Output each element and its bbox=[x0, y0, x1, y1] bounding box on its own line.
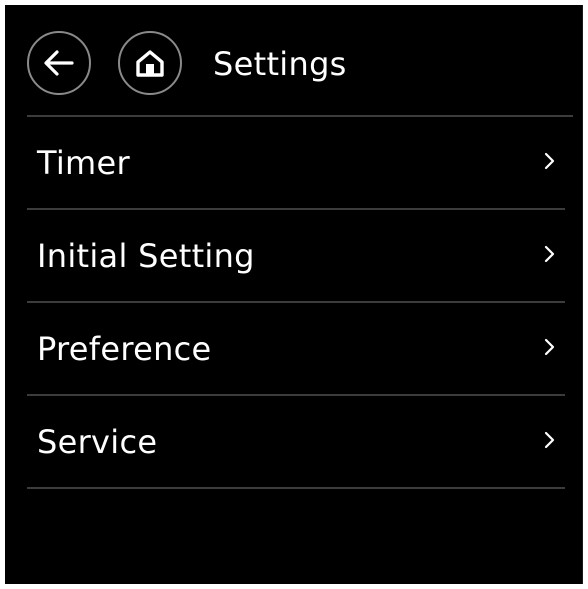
menu-item-timer[interactable]: Timer bbox=[27, 117, 565, 210]
home-button[interactable] bbox=[118, 31, 182, 95]
menu-item-preference[interactable]: Preference bbox=[27, 303, 565, 396]
chevron-right-icon bbox=[544, 338, 555, 356]
back-button[interactable] bbox=[27, 31, 91, 95]
menu-item-initial-setting[interactable]: Initial Setting bbox=[27, 210, 565, 303]
header: Settings bbox=[5, 5, 582, 116]
menu-item-label: Preference bbox=[37, 330, 212, 368]
menu-item-label: Service bbox=[37, 423, 158, 461]
chevron-right-icon bbox=[544, 431, 555, 449]
chevron-right-icon bbox=[544, 245, 555, 263]
arrow-left-icon bbox=[44, 50, 74, 76]
home-icon bbox=[136, 50, 164, 77]
settings-screen: Settings Timer Initial Setting Preferenc… bbox=[5, 5, 583, 584]
menu-item-service[interactable]: Service bbox=[27, 396, 565, 489]
page-title: Settings bbox=[213, 45, 347, 83]
menu-item-label: Initial Setting bbox=[37, 237, 255, 275]
menu-item-label: Timer bbox=[37, 144, 130, 182]
settings-menu: Timer Initial Setting Preference Service bbox=[5, 117, 582, 489]
chevron-right-icon bbox=[544, 152, 555, 170]
